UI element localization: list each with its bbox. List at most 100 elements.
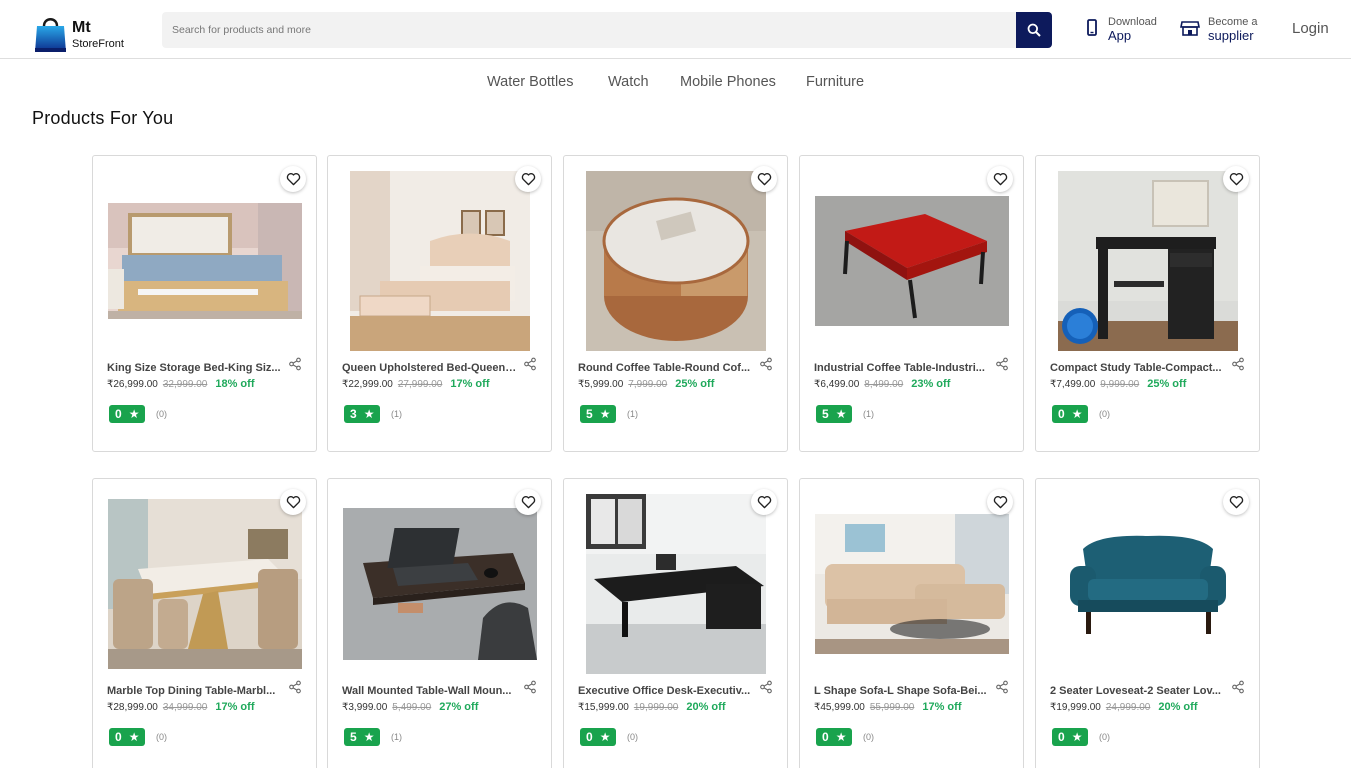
rating-value: 5: [350, 730, 357, 744]
product-card[interactable]: Queen Upholstered Bed-Queen ... ₹22,999.…: [327, 155, 552, 452]
product-title[interactable]: Queen Upholstered Bed-Queen ...: [342, 362, 517, 374]
rating-badge[interactable]: 0 ★: [1052, 405, 1089, 423]
wishlist-button[interactable]: [751, 489, 777, 515]
product-card[interactable]: King Size Storage Bed-King Siz... ₹26,99…: [92, 155, 317, 452]
price-row: ₹45,999.00 55,999.00 17% off: [814, 701, 961, 713]
product-title[interactable]: Marble Top Dining Table-Marbl...: [107, 685, 282, 697]
selling-price: ₹22,999.00: [342, 379, 393, 390]
rating-badge[interactable]: 0 ★: [816, 728, 853, 746]
product-title[interactable]: Industrial Coffee Table-Industri...: [814, 362, 989, 374]
product-card[interactable]: Industrial Coffee Table-Industri... ₹6,4…: [799, 155, 1024, 452]
product-image: [108, 203, 302, 319]
share-icon[interactable]: [1231, 357, 1245, 371]
share-icon[interactable]: [288, 680, 302, 694]
rating-badge[interactable]: 0 ★: [580, 728, 617, 746]
rating-count: (0): [1099, 732, 1110, 742]
product-image-container[interactable]: [342, 170, 538, 352]
product-card[interactable]: Wall Mounted Table-Wall Moun... ₹3,999.0…: [327, 478, 552, 768]
product-title[interactable]: Executive Office Desk-Executiv...: [578, 685, 753, 697]
category-watch[interactable]: Watch: [608, 74, 649, 90]
rating-value: 3: [350, 407, 357, 421]
product-image-container[interactable]: [342, 493, 538, 675]
product-title[interactable]: King Size Storage Bed-King Siz...: [107, 362, 282, 374]
product-image: [1058, 171, 1238, 351]
product-card[interactable]: Marble Top Dining Table-Marbl... ₹28,999…: [92, 478, 317, 768]
share-icon[interactable]: [759, 357, 773, 371]
section-title: Products For You: [32, 108, 174, 128]
rating-value: 0: [115, 407, 122, 421]
product-title[interactable]: Wall Mounted Table-Wall Moun...: [342, 685, 517, 697]
rating-count: (1): [391, 732, 402, 742]
original-price: 55,999.00: [869, 702, 915, 713]
heart-icon: [521, 173, 535, 186]
selling-price: ₹7,499.00: [1050, 379, 1096, 390]
product-image: [108, 499, 302, 669]
star-icon: ★: [835, 407, 847, 421]
wishlist-button[interactable]: [987, 166, 1013, 192]
rating-value: 0: [1058, 730, 1065, 744]
rating-badge[interactable]: 3 ★: [344, 405, 381, 423]
product-image-container[interactable]: [1050, 493, 1246, 675]
category-water-bottles[interactable]: Water Bottles: [487, 74, 574, 90]
product-image-container[interactable]: [578, 170, 774, 352]
discount-label: 23% off: [911, 378, 951, 390]
product-card[interactable]: L Shape Sofa-L Shape Sofa-Bei... ₹45,999…: [799, 478, 1024, 768]
share-icon[interactable]: [523, 680, 537, 694]
brand-logo[interactable]: Mt StoreFront: [34, 14, 134, 56]
search-input[interactable]: [162, 12, 1016, 48]
product-image: [815, 514, 1009, 654]
product-image-container[interactable]: [814, 493, 1010, 675]
download-app-link[interactable]: Download App: [1084, 16, 1157, 44]
share-icon[interactable]: [288, 357, 302, 371]
product-title[interactable]: Compact Study Table-Compact...: [1050, 362, 1225, 374]
brand-name-line1: Mt: [72, 19, 91, 36]
product-title[interactable]: 2 Seater Loveseat-2 Seater Lov...: [1050, 685, 1225, 697]
rating-badge[interactable]: 5 ★: [816, 405, 853, 423]
share-icon[interactable]: [995, 357, 1009, 371]
wishlist-button[interactable]: [987, 489, 1013, 515]
rating-badge[interactable]: 0 ★: [109, 405, 146, 423]
product-card[interactable]: Round Coffee Table-Round Cof... ₹5,999.0…: [563, 155, 788, 452]
product-image-container[interactable]: [814, 170, 1010, 352]
login-button[interactable]: Login: [1292, 20, 1329, 37]
product-image-container[interactable]: [578, 493, 774, 675]
discount-label: 27% off: [439, 701, 479, 713]
wishlist-button[interactable]: [515, 166, 541, 192]
search-button[interactable]: [1016, 12, 1052, 48]
product-image-container[interactable]: [1050, 170, 1246, 352]
mobile-phone-icon: [1087, 19, 1097, 36]
product-title[interactable]: Round Coffee Table-Round Cof...: [578, 362, 753, 374]
wishlist-button[interactable]: [1223, 489, 1249, 515]
selling-price: ₹6,499.00: [814, 379, 860, 390]
product-image-container[interactable]: [107, 170, 303, 352]
heart-icon: [286, 496, 300, 509]
wishlist-button[interactable]: [280, 166, 306, 192]
product-card[interactable]: 2 Seater Loveseat-2 Seater Lov... ₹19,99…: [1035, 478, 1260, 768]
category-furniture[interactable]: Furniture: [806, 74, 864, 90]
star-icon: ★: [835, 730, 847, 744]
product-image: [343, 508, 537, 660]
price-row: ₹15,999.00 19,999.00 20% off: [578, 701, 725, 713]
share-icon[interactable]: [759, 680, 773, 694]
selling-price: ₹28,999.00: [107, 702, 158, 713]
wishlist-button[interactable]: [280, 489, 306, 515]
share-icon[interactable]: [1231, 680, 1245, 694]
wishlist-button[interactable]: [751, 166, 777, 192]
rating-badge[interactable]: 5 ★: [344, 728, 381, 746]
wishlist-button[interactable]: [1223, 166, 1249, 192]
original-price: 32,999.00: [162, 379, 208, 390]
become-supplier-link[interactable]: Become a supplier: [1180, 16, 1258, 44]
price-row: ₹26,999.00 32,999.00 18% off: [107, 378, 254, 390]
rating-badge[interactable]: 0 ★: [1052, 728, 1089, 746]
share-icon[interactable]: [523, 357, 537, 371]
category-mobile-phones[interactable]: Mobile Phones: [680, 74, 776, 90]
rating-badge[interactable]: 5 ★: [580, 405, 617, 423]
product-card[interactable]: Compact Study Table-Compact... ₹7,499.00…: [1035, 155, 1260, 452]
become-a-label: Become a: [1208, 16, 1258, 28]
rating-badge[interactable]: 0 ★: [109, 728, 146, 746]
product-image-container[interactable]: [107, 493, 303, 675]
share-icon[interactable]: [995, 680, 1009, 694]
product-card[interactable]: Executive Office Desk-Executiv... ₹15,99…: [563, 478, 788, 768]
product-title[interactable]: L Shape Sofa-L Shape Sofa-Bei...: [814, 685, 989, 697]
wishlist-button[interactable]: [515, 489, 541, 515]
